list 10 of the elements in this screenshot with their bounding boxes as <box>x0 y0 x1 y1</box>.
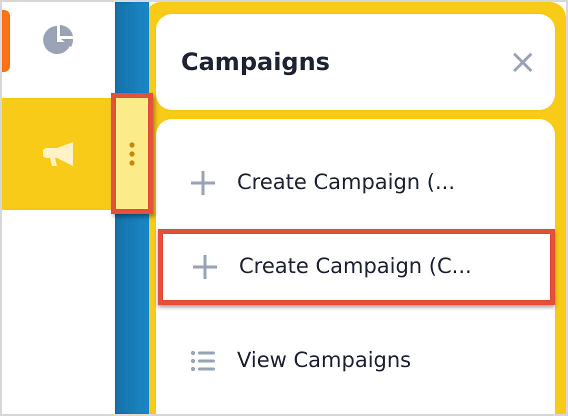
list-icon <box>191 350 215 372</box>
menu-item[interactable]: Create Campaign (C... <box>158 229 555 305</box>
menu-item[interactable]: View Campaigns <box>156 313 555 409</box>
panel-title: Campaigns <box>181 47 330 78</box>
resize-handle[interactable] <box>111 93 153 214</box>
more-vertical-icon <box>129 142 135 166</box>
plus-icon <box>193 255 217 279</box>
plus-icon <box>191 171 215 195</box>
pie-chart-icon[interactable] <box>42 22 76 56</box>
menu-item[interactable]: Create Campaign (... <box>156 135 555 231</box>
